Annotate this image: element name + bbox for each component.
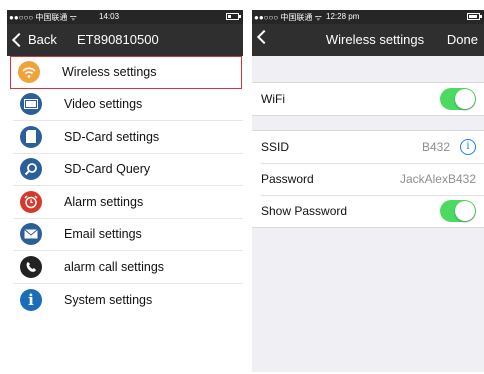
menu-item-alarm-call-settings[interactable]: alarm call settings [13,251,243,284]
credentials-group: SSID B432 i Password JackAlexB432 Show P… [252,130,484,228]
alarm-clock-icon [20,190,42,213]
wifi-group: WiFi [252,82,484,116]
carrier-signal: ●●○○○ 中国联通 ᯤ [254,13,322,22]
ssid-value: B432 [421,140,450,154]
device-menu-screen: ●●○○○ 中国联通 ᯤ 14:03 Back ET890810500 Wire… [7,10,243,372]
menu-item-label: alarm call settings [64,259,165,274]
menu-item-label: SD-Card settings [64,129,160,144]
show-password-toggle[interactable] [440,200,476,222]
show-password-label: Show Password [261,204,348,218]
carrier-signal: ●●○○○ 中国联通 ᯤ [9,13,77,22]
wifi-label: WiFi [261,92,285,106]
info-icon[interactable]: i [460,139,476,155]
nav-bar: Back ET890810500 [7,24,243,56]
wireless-settings-screen: ●●○○○ 中国联通 ᯤ 12:28 pm Wireless settings … [252,10,484,372]
ssid-label: SSID [261,140,290,154]
status-time: 12:28 pm [326,12,360,21]
page-title: ET890810500 [77,32,159,47]
menu-item-label: Video settings [64,97,143,112]
chevron-left-icon [11,32,27,47]
menu-item-sd-card-query[interactable]: SD-Card Query [13,154,243,186]
menu-item-email-settings[interactable]: Email settings [13,219,243,251]
status-bar: ●●○○○ 中国联通 ᯤ 12:28 pm [252,10,484,24]
envelope-icon [20,223,42,246]
video-icon [20,93,42,116]
menu-item-label: System settings [64,292,153,307]
menu-item-sd-card-settings[interactable]: SD-Card settings [13,121,243,154]
menu-item-label: SD-Card Query [64,162,151,177]
phone-icon [20,255,42,278]
back-label: Back [28,32,57,47]
info-icon: i [20,288,42,311]
done-button[interactable]: Done [447,32,478,47]
menu-item-system-settings[interactable]: i System settings [13,284,243,317]
show-password-row: Show Password [252,195,484,227]
menu-item-label: Alarm settings [64,194,144,209]
menu-item-alarm-settings[interactable]: Alarm settings [13,186,243,219]
sd-card-icon [20,125,42,148]
password-label: Password [261,172,314,186]
menu-item-label: Email settings [64,227,142,242]
magnifier-icon [20,158,42,181]
nav-bar: Wireless settings Done [252,24,484,56]
ssid-row[interactable]: SSID B432 i [252,131,484,163]
status-bar: ●●○○○ 中国联通 ᯤ 14:03 [7,10,243,24]
battery-icon [467,13,482,20]
menu-item-video-settings[interactable]: Video settings [13,89,243,121]
status-time: 14:03 [99,12,120,21]
menu-item-wireless-settings[interactable]: Wireless settings [10,56,242,89]
wifi-row: WiFi [252,83,484,115]
settings-menu: Wireless settings Video settings SD-Card… [7,56,243,316]
battery-icon [226,13,241,20]
menu-item-label: Wireless settings [62,65,157,80]
wifi-toggle[interactable] [440,88,476,110]
password-row[interactable]: Password JackAlexB432 [252,163,484,195]
wifi-icon [18,61,40,84]
password-value[interactable]: JackAlexB432 [400,172,476,186]
back-button[interactable]: Back [11,32,57,47]
